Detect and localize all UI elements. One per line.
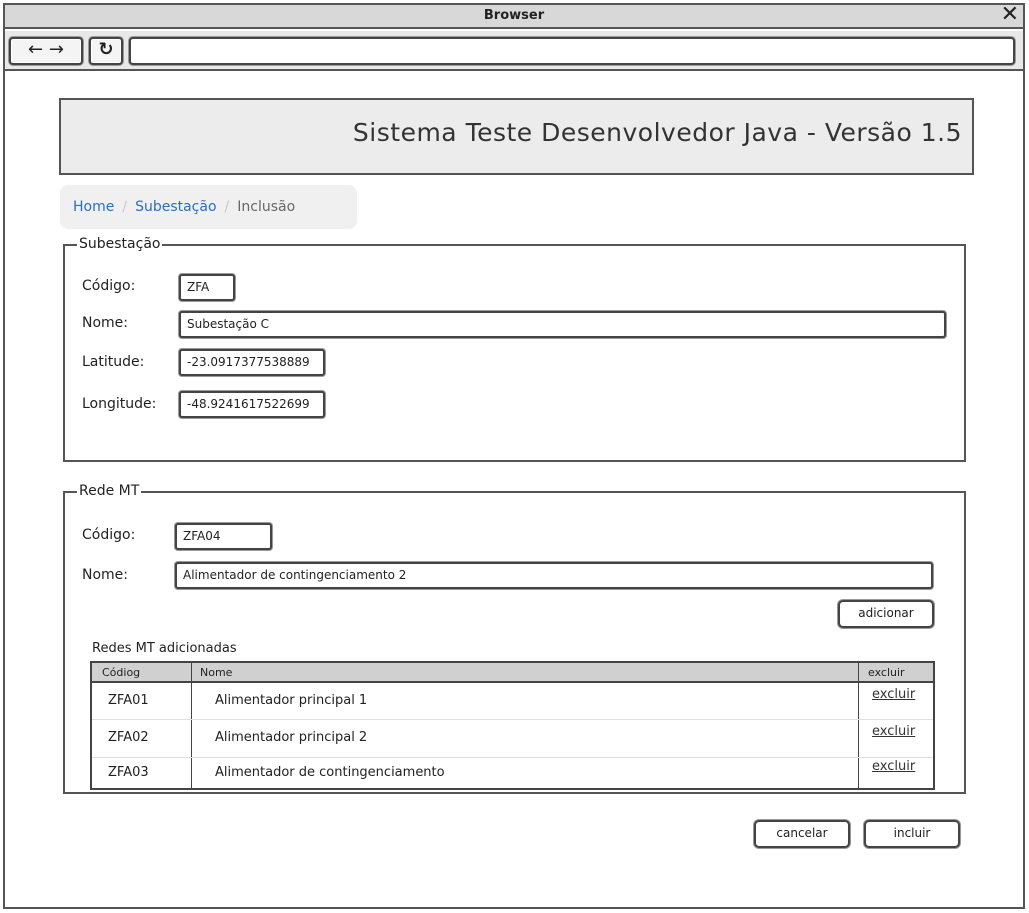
url-input[interactable] [129,37,1015,65]
breadcrumb-subestacao-link[interactable]: Subestação [135,199,216,215]
row-nome: Alimentador de contingenciamento [215,765,445,780]
table-header: Códiog Nome excluir [92,663,933,683]
cancel-button[interactable]: cancelar [754,820,850,848]
title-bar: Browser ✕ [5,3,1023,29]
longitude-input[interactable]: -48.9241617522699 [179,391,325,418]
row-codigo: ZFA03 [108,765,149,780]
rede-nome-label: Nome: [82,567,129,583]
rede-mt-fieldset: Rede MT Código: ZFA04 Nome: Alimentador … [63,483,966,794]
table-title: Redes MT adicionadas [92,641,237,656]
table-row: ZFA02 Alimentador principal 2 excluir [92,720,933,756]
column-header-codigo: Códiog [102,666,141,679]
table-row: ZFA03 Alimentador de contingenciamento e… [92,755,933,791]
rede-codigo-label: Código: [82,527,136,543]
rede-nome-input[interactable]: Alimentador de contingenciamento 2 [175,562,933,589]
breadcrumb: Home / Subestação / Inclusão [60,185,357,229]
row-codigo: ZFA01 [108,693,149,708]
app-header: Sistema Teste Desenvolvedor Java - Versã… [59,98,974,175]
redes-table: Códiog Nome excluir ZFA01 Alimentador pr… [90,661,935,790]
longitude-label: Longitude: [82,396,157,412]
excluir-link[interactable]: excluir [872,687,915,702]
breadcrumb-home-link[interactable]: Home [73,199,114,215]
rede-codigo-input[interactable]: ZFA04 [175,523,272,550]
latitude-label: Latitude: [82,354,145,370]
reload-icon[interactable]: ↻ [89,37,123,65]
table-row: ZFA01 Alimentador principal 1 excluir [92,683,933,719]
breadcrumb-current: Inclusão [237,199,296,215]
page-title: Sistema Teste Desenvolvedor Java - Versã… [352,118,962,147]
breadcrumb-separator: / [122,199,128,215]
rede-mt-legend: Rede MT [77,483,142,499]
nome-label: Nome: [82,315,129,331]
navigation-bar: ← → ↻ [5,31,1023,71]
latitude-input[interactable]: -23.0917377538889 [179,349,325,376]
browser-window: Browser ✕ ← → ↻ Sistema Teste Desenvolve… [3,3,1025,909]
subestacao-legend: Subestação [77,236,163,252]
row-nome: Alimentador principal 2 [215,730,368,745]
close-icon[interactable]: ✕ [1001,3,1019,27]
row-codigo: ZFA02 [108,730,149,745]
back-forward-button[interactable]: ← → [9,37,83,65]
codigo-label: Código: [82,278,136,294]
subestacao-nome-input[interactable]: Subestação C [179,311,946,338]
excluir-link[interactable]: excluir [872,759,915,774]
subestacao-codigo-input[interactable]: ZFA [179,274,235,301]
breadcrumb-separator: / [224,199,230,215]
column-header-excluir: excluir [868,666,905,679]
column-header-nome: Nome [200,666,233,679]
submit-button[interactable]: incluir [864,820,960,848]
window-title: Browser [483,8,545,23]
excluir-link[interactable]: excluir [872,724,915,739]
subestacao-fieldset: Subestação Código: ZFA Nome: Subestação … [63,236,966,462]
adicionar-button[interactable]: adicionar [838,600,934,628]
row-nome: Alimentador principal 1 [215,693,368,708]
